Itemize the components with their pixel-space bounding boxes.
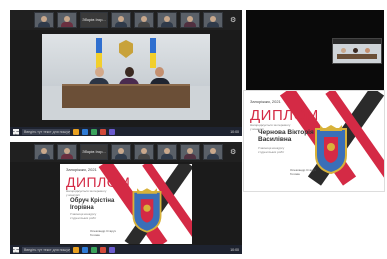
diploma-description: Учасниця конкурсу студентських робіт (70, 212, 97, 220)
participant-tile[interactable] (34, 12, 54, 28)
diploma-card-right: Запоріжжя, 2021 ДИПЛОМ Нагороджується за… (243, 90, 385, 192)
diploma-title: ДИПЛОМ (66, 174, 131, 190)
diploma-card-left: Запоріжжя, 2021 ДИПЛОМ Нагороджується за… (60, 164, 192, 244)
app-icon[interactable] (109, 128, 115, 135)
participant-tile[interactable] (157, 12, 177, 28)
flag-right (150, 38, 157, 68)
diploma-description: Учасниця конкурсу студентських робіт (258, 146, 285, 154)
flag-left (95, 38, 102, 68)
taskbar: Введіть тут текст для пошуку 10:00 (10, 127, 242, 136)
participant-tile[interactable] (34, 144, 54, 160)
diploma-subtitle: Нагороджується за перемогу у конкурсі (66, 189, 107, 197)
app-icon[interactable] (91, 246, 97, 253)
participant-strip: Зборів Ігор... ⚙ (10, 10, 242, 30)
settings-icon[interactable]: ⚙ (230, 16, 236, 24)
diploma-recipient: Чернова Вікторія Василівна (258, 129, 314, 144)
app-icon[interactable] (100, 246, 106, 253)
app-icon[interactable] (109, 246, 115, 253)
participant-tile[interactable] (57, 12, 77, 28)
participant-name-tile[interactable]: Зборів Ігор... (80, 144, 108, 160)
participant-tile[interactable] (111, 144, 131, 160)
participant-tile[interactable] (203, 144, 223, 160)
diploma-recipient: Обруч Крістіна Ігорівна (70, 198, 115, 211)
participant-name-tile[interactable]: Зборів Ігор... (80, 12, 108, 28)
diploma-date: Запоріжжя, 2021 (66, 167, 97, 172)
settings-icon[interactable]: ⚙ (230, 148, 236, 156)
participant-tile[interactable] (203, 12, 223, 28)
app-icon[interactable] (100, 128, 106, 135)
taskbar-search[interactable]: Введіть тут текст для пошуку (22, 128, 70, 135)
taskbar: Введіть тут текст для пошуку 10:00 (10, 245, 242, 254)
participant-tile[interactable] (157, 144, 177, 160)
taskbar-clock: 10:00 (230, 129, 239, 134)
video-call-screenshot-top: ▣ Зборів Ігор... ⚙ Введіть тут текст для… (10, 10, 242, 136)
participant-tile[interactable] (57, 144, 77, 160)
coat-of-arms-icon (132, 188, 162, 233)
app-icon[interactable] (73, 128, 79, 135)
diploma-title: ДИПЛОМ (250, 107, 319, 124)
taskbar-search[interactable]: Введіть тут текст для пошуку (22, 246, 70, 253)
app-icon[interactable] (82, 128, 88, 135)
app-icon[interactable] (91, 128, 97, 135)
diploma-signer: Олександр Старух Голова (90, 229, 116, 237)
start-icon[interactable] (13, 128, 19, 135)
diploma-date: Запоріжжя, 2021 (250, 99, 281, 104)
participant-tile[interactable] (134, 12, 154, 28)
taskbar-clock: 10:00 (230, 247, 239, 252)
start-icon[interactable] (13, 246, 19, 253)
participant-tile[interactable] (111, 12, 131, 28)
participant-tile[interactable] (134, 144, 154, 160)
collage-root: { "top_left_screen": { "participant_name… (0, 0, 387, 259)
app-icon[interactable] (73, 246, 79, 253)
participant-tile[interactable] (180, 144, 200, 160)
conference-table (62, 83, 190, 108)
participant-tile[interactable] (180, 12, 200, 28)
app-icon[interactable] (82, 246, 88, 253)
participant-strip: Зборів Ігор... ⚙ (10, 142, 242, 162)
main-video-feed (42, 34, 210, 120)
video-call-screenshot-right-top (246, 10, 384, 90)
video-call-screenshot-bottom: ▣ Зборів Ігор... ⚙ Запоріжжя, 2021 ДИПЛО… (10, 142, 242, 254)
diploma-signer: Олександр Старух Голова (290, 168, 316, 176)
mini-window (332, 38, 382, 64)
